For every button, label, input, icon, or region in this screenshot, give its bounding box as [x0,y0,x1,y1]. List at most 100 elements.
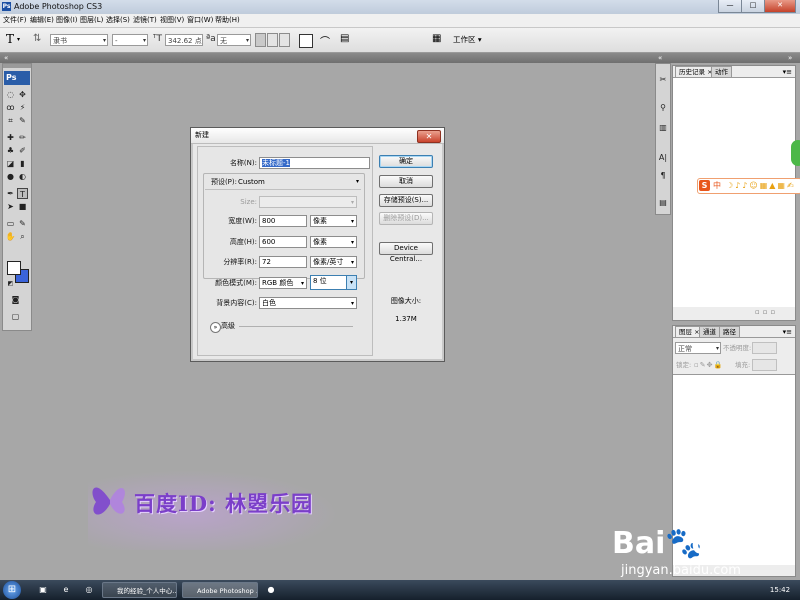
crop-tool-icon[interactable]: ⌗ [5,115,16,126]
menu-window[interactable]: 窗口(W) [187,14,213,27]
color-mode-select[interactable]: RGB 颜色 ▾ [259,277,307,289]
menu-view[interactable]: 视图(V) [160,14,184,27]
width-unit-select[interactable]: 像素 ▾ [310,215,357,227]
tool-presets-icon[interactable]: ▥ [657,122,669,134]
advanced-label[interactable]: 高级 [221,320,235,332]
ok-button[interactable]: 确定 [379,155,433,168]
eraser-tool-icon[interactable]: ◪ [5,158,16,169]
menu-image[interactable]: 图像(I) [56,14,78,27]
antialias-select[interactable]: 无 ▾ [217,34,251,46]
shape-tool-icon[interactable]: ■ [17,201,28,212]
width-input[interactable]: 800 [259,215,307,227]
bridge-icon[interactable]: ▦ [432,33,441,44]
default-colors-icon[interactable]: ◩ [5,278,16,289]
taskbar-extra-icon[interactable]: ● [262,582,280,598]
text-color-swatch[interactable] [299,34,313,48]
healing-brush-icon[interactable]: ✚ [5,132,16,143]
opacity-field[interactable] [752,342,777,354]
explorer-taskbar-icon[interactable]: ▣ [34,582,52,598]
type-tool-icon[interactable]: T [17,188,28,199]
font-style-select[interactable]: - ▾ [112,34,148,46]
quick-mask-icon[interactable]: ◙ [10,294,21,305]
cancel-button[interactable]: 取消 [379,175,433,188]
type-tool-icon[interactable]: T [6,32,14,46]
align-center-button[interactable] [267,33,278,47]
delete-preset-button[interactable]: 删除预设(D)... [379,212,433,225]
background-select[interactable]: 白色 ▾ [259,297,357,309]
ime-toolbar[interactable]: S 中 ☽♪♪☺▦▲▦✍ [697,178,800,194]
history-brush-icon[interactable]: ✐ [17,145,28,156]
workspace-menu[interactable]: 工作区 ▾ [453,34,482,46]
move-tool-icon[interactable]: ✥ [17,89,28,100]
ie-taskbar-icon[interactable]: e [57,582,75,598]
magic-wand-icon[interactable]: ⚡ [17,102,28,113]
path-selection-icon[interactable]: ➤ [5,201,16,212]
notes-tool-icon[interactable]: ▭ [5,218,16,229]
character-panel-icon[interactable]: ▤ [340,33,349,44]
save-preset-button[interactable]: 存储预设(S)... [379,194,433,207]
text-orientation-icon[interactable]: ⇅ [33,33,41,44]
clone-stamp-icon[interactable]: ♣ [5,145,16,156]
side-widget-icon[interactable] [791,140,800,166]
bit-depth-select[interactable]: 8 位 ▾ [310,275,357,290]
align-left-button[interactable] [255,33,266,47]
foreground-color-swatch[interactable] [7,261,21,275]
menu-help[interactable]: 帮助(H) [215,14,240,27]
menu-select[interactable]: 选择(S) [106,14,130,27]
collapse-dock-icon[interactable]: « [658,53,662,63]
hand-tool-icon[interactable]: ✋ [5,231,16,242]
zoom-tool-icon[interactable]: ⌕ [17,231,28,242]
window-close-button[interactable]: ✕ [764,0,796,13]
menu-edit[interactable]: 编辑(E) [30,14,54,27]
document-name-input[interactable]: 未标题-1 [259,157,370,169]
height-unit-select[interactable]: 像素 ▾ [310,236,357,248]
brushes-icon[interactable]: ⚲ [657,102,669,114]
eyedropper-icon[interactable]: ✎ [17,218,28,229]
font-family-select[interactable]: 隶书 ▾ [50,34,108,46]
ime-tools-icons[interactable]: ☽♪♪☺▦▲▦✍ [726,179,796,193]
layer-comps-icon[interactable]: ▤ [657,197,669,209]
pen-tool-icon[interactable]: ✒ [5,188,16,199]
start-button[interactable]: ⊞ [3,581,21,599]
menu-file[interactable]: 文件(F) [3,14,27,27]
panel-menu-icon[interactable]: ▾≡ [783,328,792,336]
paragraph-icon[interactable]: ¶ [657,170,669,182]
device-central-button[interactable]: Device Central... [379,242,433,263]
slice-tool-icon[interactable]: ✎ [17,115,28,126]
brush-tool-icon[interactable]: ✏ [17,132,28,143]
blur-tool-icon[interactable]: ● [5,171,16,182]
screen-mode-icon[interactable]: ▢ [10,311,21,322]
lock-icons[interactable]: ▫✎✥🔒 [694,359,723,371]
dialog-close-button[interactable]: ✕ [417,130,441,143]
menu-filter[interactable]: 滤镜(T) [133,14,157,27]
character-icon[interactable]: A| [657,152,669,164]
resolution-unit-select[interactable]: 像素/英寸 ▾ [310,256,357,268]
panel-menu-icon[interactable]: ▾≡ [783,68,792,76]
app-taskbar-icon[interactable]: ◎ [80,582,98,598]
minimize-button[interactable]: — [718,0,742,13]
taskbar-task-browser[interactable]: 我的经验_个人中心... [102,582,177,598]
fill-field[interactable] [752,359,777,371]
warp-text-icon[interactable]: ⌒ [320,33,330,48]
ime-chinese-mode[interactable]: 中 [713,179,721,193]
blend-mode-select[interactable]: 正常 ▾ [675,342,721,354]
dodge-tool-icon[interactable]: ◐ [17,171,28,182]
align-right-button[interactable] [279,33,290,47]
font-size-select[interactable]: 342.62 点 [165,34,203,46]
advanced-expand-icon[interactable]: » [210,322,221,333]
gradient-tool-icon[interactable]: ▮ [17,158,28,169]
resolution-input[interactable]: 72 [259,256,307,268]
taskbar-task-photoshop[interactable]: Adobe Photoshop ... [182,582,258,598]
maximize-button[interactable]: □ [741,0,765,13]
history-footer-icons[interactable]: ▫▫▫ [755,308,778,316]
preset-select[interactable]: Custom ▾ [238,176,362,188]
height-input[interactable]: 600 [259,236,307,248]
collapse-tools-icon[interactable]: « [4,53,8,63]
lasso-tool-icon[interactable]: ꝏ [5,102,16,113]
expand-dock-icon[interactable]: » [788,53,792,63]
menu-layer[interactable]: 图层(L) [80,14,103,27]
navigator-icon[interactable]: ✂ [657,74,669,86]
tool-preset-arrow-icon[interactable]: ▾ [17,36,20,43]
marquee-tool-icon[interactable]: ◌ [5,89,16,100]
clock[interactable]: 15:42 [762,582,798,598]
